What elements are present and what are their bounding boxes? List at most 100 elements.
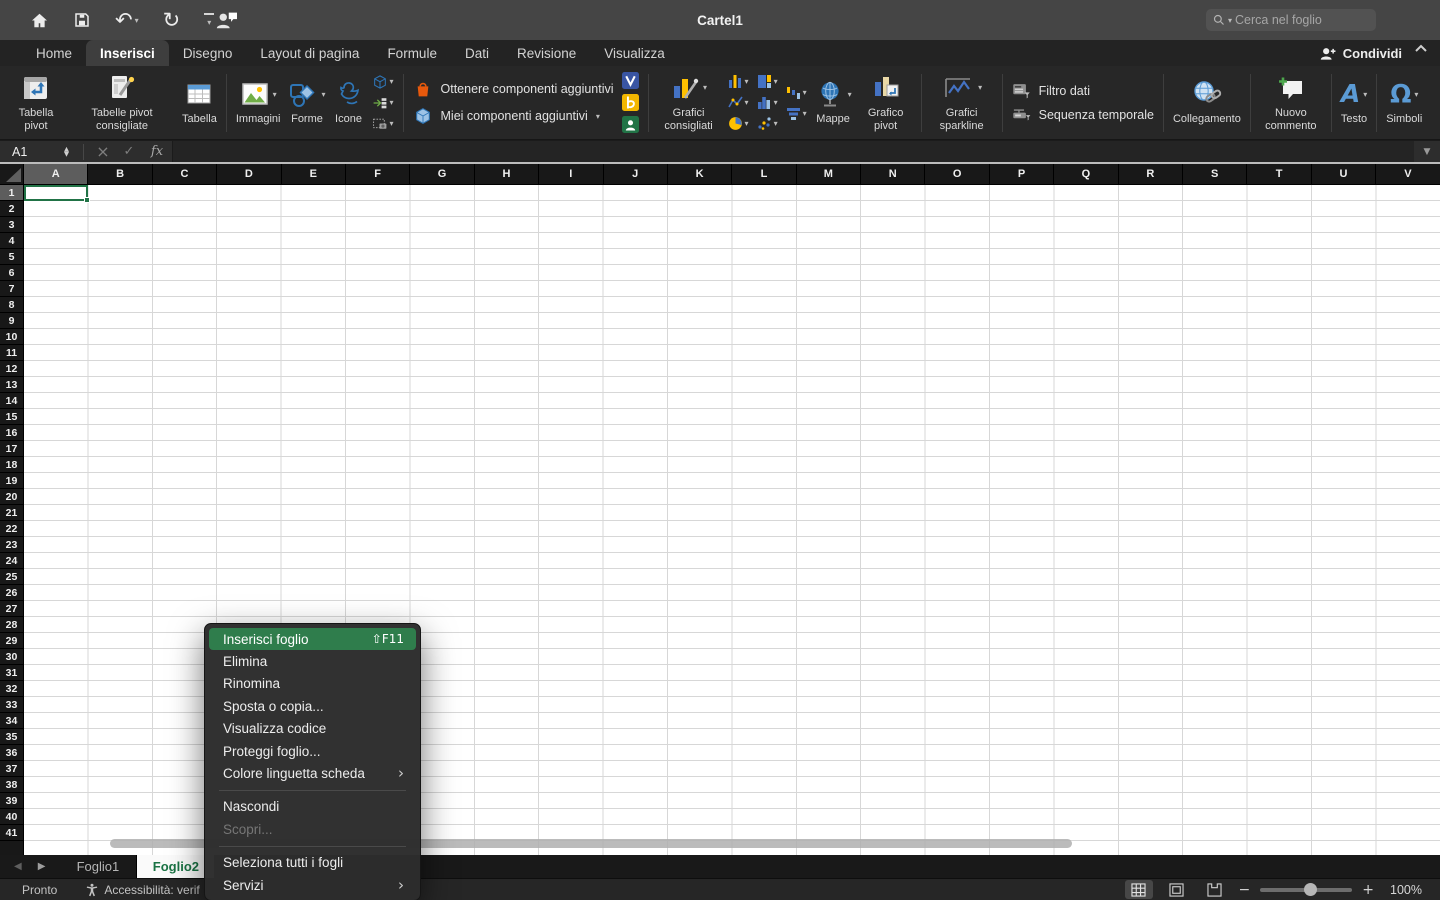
column-header-n[interactable]: N <box>861 164 925 184</box>
menu-item-visualizza-codice[interactable]: Visualizza codice <box>209 718 416 740</box>
column-header-q[interactable]: Q <box>1054 164 1118 184</box>
pivot-table-button[interactable]: Tabella pivot <box>6 69 66 136</box>
home-button[interactable] <box>30 11 49 30</box>
share-button[interactable]: Condividi <box>1320 40 1402 66</box>
tab-revisione[interactable]: Revisione <box>503 40 590 66</box>
menu-item-inserisci-foglio[interactable]: Inserisci foglio⇧F11 <box>209 628 416 650</box>
fill-handle[interactable] <box>84 197 90 203</box>
symbols-button[interactable]: Ω ▾ Simboli <box>1382 75 1426 129</box>
undo-dropdown-icon[interactable]: ▾ <box>135 16 139 25</box>
name-box[interactable]: A1 <box>0 145 64 159</box>
row-header-21[interactable]: 21 <box>0 505 23 521</box>
column-header-r[interactable]: R <box>1119 164 1183 184</box>
name-box-spinner[interactable]: ▲ ▼ <box>64 147 69 157</box>
save-button[interactable] <box>73 11 91 29</box>
page-layout-view-button[interactable] <box>1163 880 1191 899</box>
row-header-39[interactable]: 39 <box>0 793 23 809</box>
row-header-37[interactable]: 37 <box>0 761 23 777</box>
confirm-entry-button[interactable]: ✓ <box>116 144 142 159</box>
icons-button[interactable]: Icone <box>330 75 368 129</box>
customize-toolbar-button[interactable]: ▾ <box>204 13 214 27</box>
smartart-button[interactable]: ▾ <box>372 95 394 111</box>
get-addins-button[interactable]: Ottenere componenti aggiuntivi <box>413 79 614 99</box>
row-header-34[interactable]: 34 <box>0 713 23 729</box>
pictures-button[interactable]: ▾ Immagini <box>232 75 285 129</box>
search-scope-dropdown-icon[interactable]: ▾ <box>1228 16 1232 25</box>
row-header-28[interactable]: 28 <box>0 617 23 633</box>
line-chart-button[interactable]: ▾ <box>728 95 749 110</box>
page-break-view-button[interactable] <box>1201 880 1229 899</box>
tab-home[interactable]: Home <box>22 40 86 66</box>
hierarchy-chart-button[interactable]: ▾ <box>757 74 778 89</box>
column-header-g[interactable]: G <box>410 164 474 184</box>
undo-button[interactable]: ↶ ▾ <box>115 10 139 30</box>
column-header-s[interactable]: S <box>1183 164 1247 184</box>
row-header-26[interactable]: 26 <box>0 585 23 601</box>
row-header-29[interactable]: 29 <box>0 633 23 649</box>
row-header-13[interactable]: 13 <box>0 377 23 393</box>
row-header-6[interactable]: 6 <box>0 265 23 281</box>
row-header-12[interactable]: 12 <box>0 361 23 377</box>
row-header-3[interactable]: 3 <box>0 217 23 233</box>
normal-view-button[interactable] <box>1125 880 1153 899</box>
row-header-9[interactable]: 9 <box>0 313 23 329</box>
recommended-charts-button[interactable]: ▾ Grafici consigliati <box>654 69 724 136</box>
row-header-25[interactable]: 25 <box>0 569 23 585</box>
sheet-tab-foglio1[interactable]: Foglio1 <box>59 855 137 878</box>
column-header-e[interactable]: E <box>282 164 346 184</box>
collapse-ribbon-button[interactable] <box>1414 44 1428 53</box>
pie-chart-button[interactable]: ▾ <box>728 116 749 131</box>
column-header-c[interactable]: C <box>153 164 217 184</box>
my-addins-button[interactable]: Miei componenti aggiuntivi ▾ <box>413 106 614 126</box>
expand-formula-bar-icon[interactable]: ▼ <box>1414 147 1440 157</box>
row-header-1[interactable]: 1 <box>0 185 23 201</box>
zoom-out-button[interactable]: − <box>1239 882 1251 898</box>
accessibility-status[interactable]: Accessibilità: verif <box>85 883 199 897</box>
column-chart-button[interactable]: ▾ <box>728 74 749 89</box>
text-button[interactable]: A ▾ Testo <box>1337 75 1371 129</box>
tab-dati[interactable]: Dati <box>451 40 503 66</box>
row-header-4[interactable]: 4 <box>0 233 23 249</box>
link-button[interactable]: Collegamento <box>1169 75 1245 129</box>
formula-input[interactable] <box>172 141 1414 163</box>
recommended-pivot-tables-button[interactable]: Tabelle pivot consigliate <box>66 69 178 136</box>
search-box[interactable]: ▾ <box>1206 9 1376 31</box>
menu-item-sposta-o-copia[interactable]: Sposta o copia... <box>209 695 416 717</box>
column-header-v[interactable]: V <box>1376 164 1440 184</box>
menu-item-servizi[interactable]: Servizi› <box>209 874 416 896</box>
3d-models-button[interactable]: ▾ <box>372 74 394 90</box>
timeline-button[interactable]: Sequenza temporale <box>1012 106 1154 123</box>
row-header-27[interactable]: 27 <box>0 601 23 617</box>
shapes-button[interactable]: ▾ Forme <box>284 75 329 129</box>
row-header-19[interactable]: 19 <box>0 473 23 489</box>
zoom-in-button[interactable]: + <box>1362 882 1374 898</box>
row-header-11[interactable]: 11 <box>0 345 23 361</box>
column-header-p[interactable]: P <box>990 164 1054 184</box>
row-header-24[interactable]: 24 <box>0 553 23 569</box>
row-header-22[interactable]: 22 <box>0 521 23 537</box>
tab-formule[interactable]: Formule <box>373 40 451 66</box>
menu-item-nascondi[interactable]: Nascondi <box>209 796 416 818</box>
row-header-18[interactable]: 18 <box>0 457 23 473</box>
column-header-i[interactable]: I <box>539 164 603 184</box>
prev-sheet-icon[interactable]: ◀ <box>14 861 22 872</box>
row-header-16[interactable]: 16 <box>0 425 23 441</box>
row-header-2[interactable]: 2 <box>0 201 23 217</box>
screenshot-button[interactable]: ▾ <box>372 116 394 132</box>
pivot-chart-button[interactable]: Grafico pivot <box>856 69 916 136</box>
column-header-l[interactable]: L <box>732 164 796 184</box>
column-header-u[interactable]: U <box>1312 164 1376 184</box>
menu-item-elimina[interactable]: Elimina <box>209 650 416 672</box>
row-header-32[interactable]: 32 <box>0 681 23 697</box>
column-header-m[interactable]: M <box>797 164 861 184</box>
zoom-level[interactable]: 100% <box>1384 883 1422 897</box>
row-header-14[interactable]: 14 <box>0 393 23 409</box>
visio-addin-button[interactable] <box>622 72 639 89</box>
tab-disegno[interactable]: Disegno <box>169 40 247 66</box>
row-header-33[interactable]: 33 <box>0 697 23 713</box>
people-graph-addin-button[interactable] <box>622 116 639 133</box>
cancel-entry-button[interactable]: × <box>90 142 116 161</box>
menu-item-proteggi-foglio[interactable]: Proteggi foglio... <box>209 740 416 762</box>
histogram-chart-button[interactable]: ▾ <box>757 95 778 110</box>
scatter-chart-button[interactable]: ▾ <box>757 116 778 131</box>
